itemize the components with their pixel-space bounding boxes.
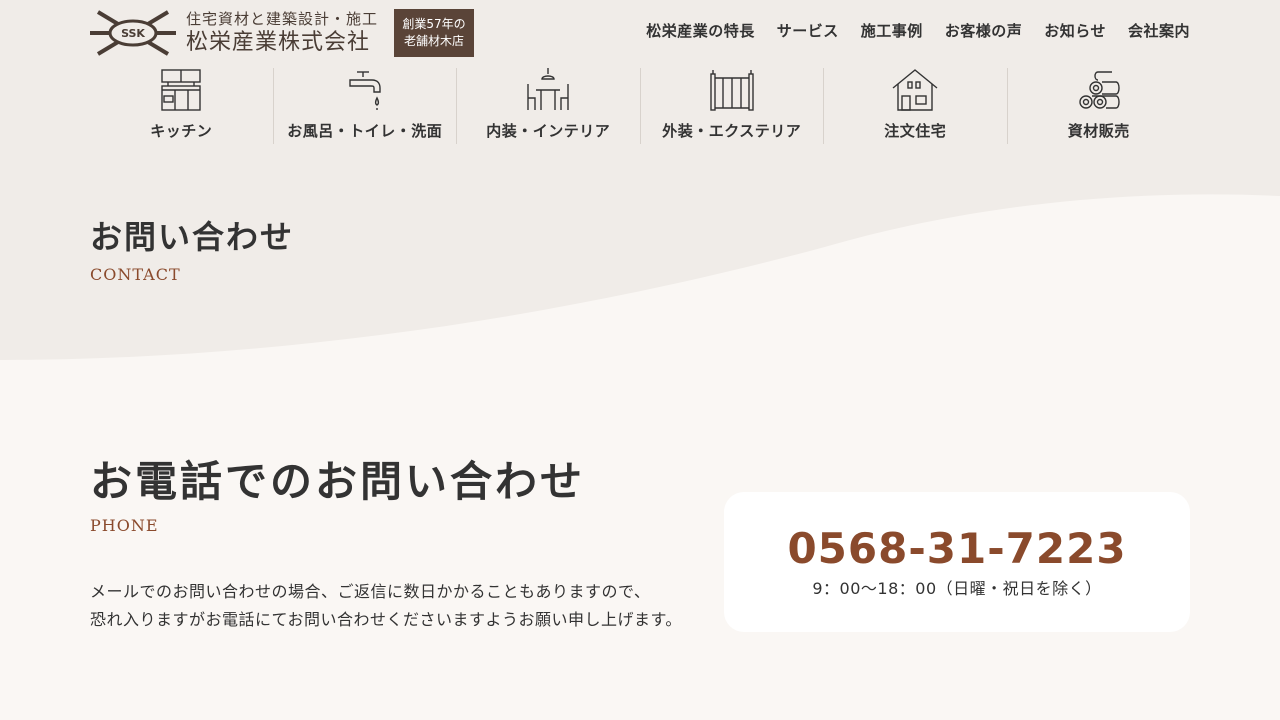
category-materials[interactable]: 資材販売 <box>1006 68 1191 144</box>
phone-section-subtitle: PHONE <box>90 516 159 535</box>
founded-badge: 創業57年の 老舗材木店 <box>394 9 475 57</box>
badge-line-1: 創業57年の <box>402 17 466 31</box>
page-subtitle: CONTACT <box>90 265 181 284</box>
phone-description-line-2: 恐れ入りますがお電話にてお問い合わせくださいますようお願い申し上げます。 <box>90 610 682 629</box>
category-interior[interactable]: 内装・インテリア <box>456 68 640 144</box>
kitchen-icon <box>161 69 201 111</box>
phone-card: 0568-31-7223 9：00〜18：00（日曜・祝日を除く） <box>724 492 1190 632</box>
fence-icon <box>710 70 754 111</box>
badge-line-2: 老舗材木店 <box>404 34 465 48</box>
lumber-icon <box>1079 71 1120 109</box>
phone-description-line-1: メールでのお問い合わせの場合、ご返信に数日かかることもありますので、 <box>90 582 651 601</box>
category-label: キッチン <box>150 122 213 140</box>
page-title: お問い合わせ <box>90 218 295 256</box>
category-label: 注文住宅 <box>884 122 947 140</box>
company-name: 松栄産業株式会社 <box>186 30 371 55</box>
logo-tagline: 住宅資材と建築設計・施工 <box>186 10 379 28</box>
nav-works[interactable]: 施工事例 <box>861 20 923 41</box>
nav-features[interactable]: 松栄産業の特長 <box>646 20 755 41</box>
wave-divider <box>0 194 1280 360</box>
category-label: お風呂・トイレ・洗面 <box>287 122 443 140</box>
faucet-icon <box>349 71 381 110</box>
nav-news[interactable]: お知らせ <box>1044 20 1106 41</box>
phone-section-title: お電話でのお問い合わせ <box>90 457 586 506</box>
business-hours: 9：00〜18：00（日曜・祝日を除く） <box>812 579 1102 598</box>
nav-company[interactable]: 会社案内 <box>1128 20 1190 41</box>
nav-services[interactable]: サービス <box>777 20 839 41</box>
category-label: 資材販売 <box>1067 122 1130 140</box>
category-custom-home[interactable]: 注文住宅 <box>823 68 1007 144</box>
category-navigation: キッチン お風呂・トイレ・洗面 内装・インテリア 外装・エクステリア 注文住宅 … <box>90 68 1190 144</box>
category-label: 内装・インテリア <box>486 122 611 140</box>
house-icon <box>892 69 938 111</box>
phone-description: メールでのお問い合わせの場合、ご返信に数日かかることもありますので、 恐れ入りま… <box>90 578 682 634</box>
category-label: 外装・エクステリア <box>662 122 802 140</box>
category-bath[interactable]: お風呂・トイレ・洗面 <box>272 68 457 144</box>
top-navigation: 松栄産業の特長 サービス 施工事例 お客様の声 お知らせ 会社案内 <box>646 20 1190 41</box>
logo-mark-text: SSK <box>121 27 145 40</box>
phone-number-link[interactable]: 0568-31-7223 <box>787 525 1126 573</box>
site-logo[interactable]: SSK 住宅資材と建築設計・施工 松栄産業株式会社 創業57年の 老舗材木店 <box>90 8 475 58</box>
category-exterior[interactable]: 外装・エクステリア <box>639 68 824 144</box>
nav-voices[interactable]: お客様の声 <box>945 20 1023 41</box>
dining-icon <box>527 68 569 110</box>
ssk-logo-icon: SSK <box>90 10 176 56</box>
category-kitchen[interactable]: キッチン <box>90 68 273 144</box>
